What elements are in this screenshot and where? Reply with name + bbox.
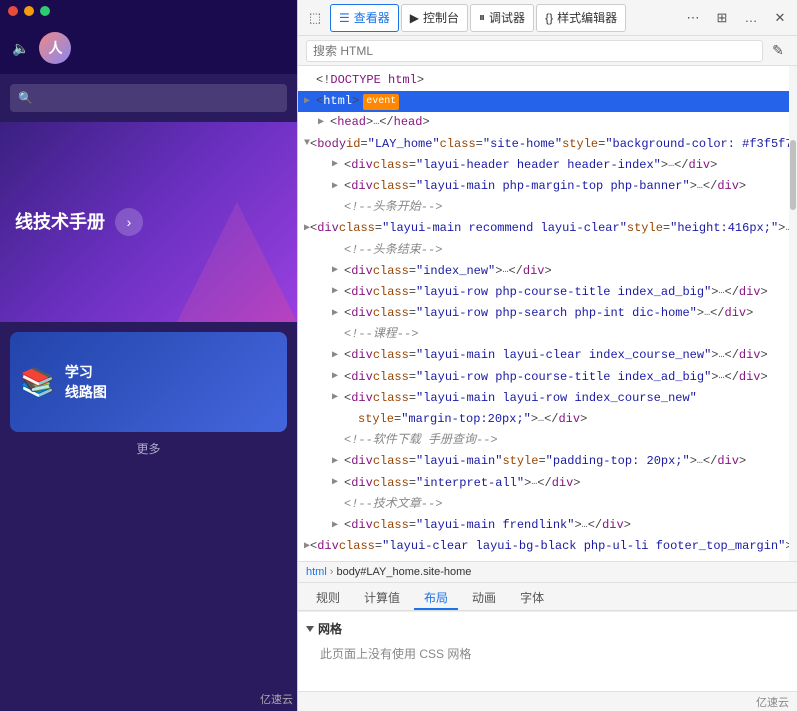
tree-line-div5[interactable]: ▶ <div class="layui-row php-course-title… (298, 282, 797, 303)
card-label: 学习 线路图 (65, 362, 107, 402)
banner-arrow[interactable]: › (115, 208, 143, 236)
tree-line-div8[interactable]: ▶ <div class="layui-row php-course-title… (298, 367, 797, 388)
tree-line-div7[interactable]: ▶ <div class="layui-main layui-clear ind… (298, 345, 797, 366)
bottom-tabs: 规则 计算值 布局 动画 字体 (298, 583, 797, 611)
tab-animations[interactable]: 动画 (462, 586, 506, 610)
banner-text: 线技术手册 (15, 209, 105, 236)
expand-arrow[interactable]: ▶ (332, 284, 344, 300)
tab-console[interactable]: ▶ 控制台 (401, 4, 468, 32)
devtools-footer: 亿速云 (298, 691, 797, 711)
tree-line-div13[interactable]: ▶ <div class="layui-clear layui-bg-black… (298, 536, 797, 557)
minimize-dot[interactable] (24, 6, 34, 16)
close-dot[interactable] (8, 6, 18, 16)
tree-line: <!DOCTYPE html> (298, 70, 797, 91)
expand-arrow[interactable]: ▶ (332, 454, 344, 470)
tab-style-label: 样式编辑器 (557, 9, 617, 26)
tab-inspector[interactable]: ☰ 查看器 (330, 4, 399, 32)
breadcrumb-body[interactable]: body#LAY_home.site-home (336, 566, 471, 578)
tree-line-html[interactable]: ▶ <html> event (298, 91, 797, 112)
properties-panel: 网格 此页面上没有使用 CSS 网格 (298, 611, 797, 691)
tree-line-div9[interactable]: ▶ <div class="layui-main layui-row index… (298, 388, 797, 409)
more-toolbar-buttons: ⋯ ⊞ … ✕ (680, 5, 793, 31)
expand-arrow[interactable]: ▶ (332, 475, 344, 491)
tree-line-div3[interactable]: ▶ <div class="layui-main recommend layui… (298, 218, 797, 239)
event-badge: event (363, 94, 399, 110)
tab-style-editor[interactable]: {} 样式编辑器 (536, 4, 626, 32)
devtools-toolbar: ⬚ ☰ 查看器 ▶ 控制台 ⏸ 调试器 {} 样式编辑器 ⋯ ⊞ … ✕ (298, 0, 797, 36)
no-css-grid-text: 此页面上没有使用 CSS 网格 (306, 641, 789, 662)
expand-arrow[interactable]: ▶ (332, 348, 344, 364)
expand-arrow[interactable]: ▶ (332, 157, 344, 173)
tab-layout[interactable]: 布局 (414, 586, 458, 610)
edit-html-button[interactable]: ✎ (767, 40, 789, 62)
more-tools-button[interactable]: ⋯ (680, 5, 706, 31)
scrollbar-track (789, 66, 797, 561)
breadcrumb: html › body#LAY_home.site-home (298, 561, 797, 583)
more-label[interactable]: 更多 (10, 440, 287, 457)
tree-line-div4[interactable]: ▶ <div class="index_new" > … </div> (298, 261, 797, 282)
maximize-dot[interactable] (40, 6, 50, 16)
tab-fonts[interactable]: 字体 (510, 586, 554, 610)
tree-line-comment4: <!--软件下载 手册查询--> (298, 430, 797, 451)
tab-inspector-icon: ☰ (339, 11, 350, 25)
expand-arrow[interactable]: ▶ (332, 179, 344, 195)
tree-line-comment2: <!--头条结束--> (298, 240, 797, 261)
tab-inspector-label: 查看器 (354, 9, 390, 26)
dock-button[interactable]: ⊞ (709, 5, 735, 31)
collapse-icon[interactable] (306, 626, 314, 632)
tree-line-div1[interactable]: ▶ <div class="layui-header header header… (298, 155, 797, 176)
left-panel: 🔈 人 🔍 线技术手册 › 📚 学习 线路图 更多 亿速 (0, 0, 297, 711)
html-tree[interactable]: <!DOCTYPE html> ▶ <html> event ▶ <head> … (298, 66, 797, 561)
tab-console-label: 控制台 (423, 9, 459, 26)
expand-arrow[interactable]: ▶ (332, 390, 344, 406)
tree-line-body[interactable]: ▼ <body id="LAY_home" class="site-home" … (298, 134, 797, 155)
tree-line-comment3: <!--课程--> (298, 324, 797, 345)
left-search: 🔍 (10, 84, 287, 112)
grid-label: 网格 (318, 620, 342, 637)
tree-line-div6[interactable]: ▶ <div class="layui-row php-search php-i… (298, 303, 797, 324)
tree-line-div12[interactable]: ▶ <div class="layui-main frendlink" > … … (298, 515, 797, 536)
tree-line-comment5: <!--技术文章--> (298, 494, 797, 515)
devtools-search-bar: ✎ (298, 36, 797, 66)
tree-line-div9b[interactable]: style="margin-top:20px;" > … </div> (298, 409, 797, 430)
watermark: 亿速云 (260, 691, 293, 707)
expand-arrow[interactable]: ▶ (332, 518, 344, 534)
tab-debugger[interactable]: ⏸ 调试器 (470, 4, 534, 32)
search-icon: 🔍 (18, 91, 33, 105)
expand-arrow[interactable]: ▶ (332, 306, 344, 322)
tree-line-div2[interactable]: ▶ <div class="layui-main php-margin-top … (298, 176, 797, 197)
tree-line-input[interactable]: <input id="verifycode" value="/captcha.h… (298, 557, 797, 561)
inspect-icon[interactable]: ⬚ (302, 5, 328, 31)
tab-style-icon: {} (545, 11, 553, 25)
expand-arrow[interactable]: ▶ (318, 115, 330, 131)
breadcrumb-html[interactable]: html (306, 566, 327, 578)
html-search-input[interactable] (306, 40, 763, 62)
tab-console-icon: ▶ (410, 11, 419, 25)
learning-card[interactable]: 📚 学习 线路图 (10, 332, 287, 432)
tab-computed[interactable]: 计算值 (354, 586, 410, 610)
devtools-watermark: 亿速云 (756, 694, 789, 710)
expand-arrow[interactable]: ▶ (332, 369, 344, 385)
avatar[interactable]: 人 (39, 32, 71, 64)
close-devtools-button[interactable]: ✕ (767, 5, 793, 31)
tree-line-head[interactable]: ▶ <head> … </head> (298, 112, 797, 133)
grid-section-header[interactable]: 网格 (306, 620, 789, 637)
devtools-panel: ⬚ ☰ 查看器 ▶ 控制台 ⏸ 调试器 {} 样式编辑器 ⋯ ⊞ … ✕ (297, 0, 797, 711)
banner: 线技术手册 › (0, 122, 297, 322)
tab-debugger-icon: ⏸ (479, 10, 485, 25)
banner-image (177, 202, 297, 322)
user-bar: 🔈 人 (0, 22, 297, 74)
expand-arrow[interactable]: ▶ (332, 263, 344, 279)
tree-line-comment1: <!--头条开始--> (298, 197, 797, 218)
speaker-icon[interactable]: 🔈 (12, 40, 29, 57)
expand-arrow[interactable]: ▶ (304, 94, 316, 110)
card-icon: 📚 (20, 366, 55, 399)
tab-rules[interactable]: 规则 (306, 586, 350, 610)
tab-debugger-label: 调试器 (489, 9, 525, 26)
overflow-button[interactable]: … (738, 5, 764, 31)
scrollbar-thumb[interactable] (790, 140, 796, 210)
window-controls (0, 0, 297, 22)
tree-line-div11[interactable]: ▶ <div class="interpret-all" > … </div> (298, 473, 797, 494)
tree-line-div10[interactable]: ▶ <div class="layui-main" style="padding… (298, 451, 797, 472)
